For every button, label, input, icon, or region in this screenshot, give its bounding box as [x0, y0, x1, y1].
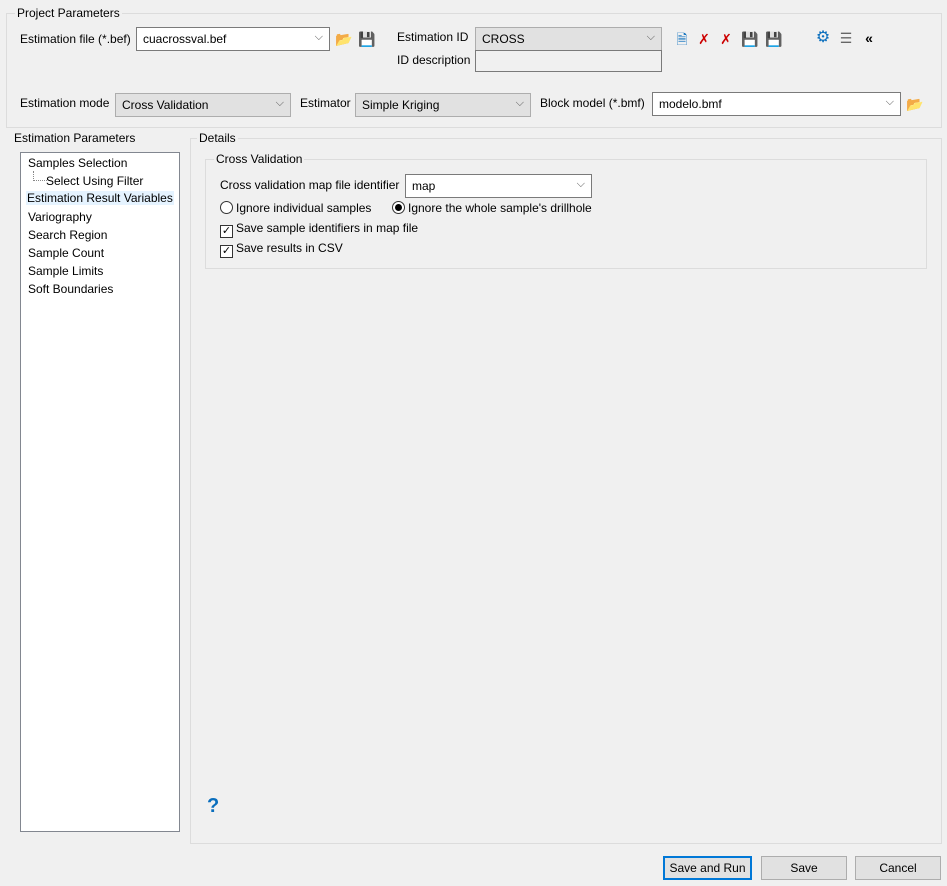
estimation-mode-label: Estimation mode: [20, 96, 110, 110]
save-button[interactable]: Save: [761, 856, 847, 880]
map-id-value: map: [412, 179, 436, 193]
project-parameters-title: Project Parameters: [15, 6, 122, 20]
open-folder-icon[interactable]: 📂: [335, 31, 352, 47]
checkbox-label: Save results in CSV: [236, 241, 343, 255]
radio-ignore-drillhole[interactable]: Ignore the whole sample's drillhole: [392, 201, 592, 215]
save-as-icon[interactable]: 💾: [741, 31, 758, 47]
tree-item-sample-count[interactable]: Sample Count: [27, 246, 105, 260]
save-and-run-button[interactable]: Save and Run: [663, 856, 752, 880]
estimation-parameters-title: Estimation Parameters: [14, 131, 136, 145]
tree-item-search-region[interactable]: Search Region: [27, 228, 108, 242]
gear-icon[interactable]: ⚙: [815, 30, 831, 46]
delete-estimation-icon[interactable]: ✗: [696, 31, 712, 47]
open-folder-icon[interactable]: 📂: [906, 96, 923, 112]
parameters-tree: Samples Selection Select Using Filter Es…: [20, 152, 180, 832]
estimation-id-label: Estimation ID: [397, 30, 469, 44]
estimation-file-label: Estimation file (*.bef): [20, 32, 131, 46]
radio-label: Ignore the whole sample's drillhole: [408, 201, 592, 215]
cross-validation-title: Cross Validation: [214, 152, 305, 166]
tree-item-sample-limits[interactable]: Sample Limits: [27, 264, 104, 278]
collapse-icon[interactable]: «: [861, 30, 877, 46]
block-model-combo[interactable]: modelo.bmf ⌵: [652, 92, 901, 116]
chevron-down-icon: ⌵: [885, 96, 894, 108]
estimation-id-value: CROSS: [482, 32, 525, 46]
map-id-label: Cross validation map file identifier: [220, 178, 400, 192]
id-description-input[interactable]: [475, 50, 662, 72]
checkbox-save-csv[interactable]: ✓ Save results in CSV: [220, 241, 343, 258]
tree-list-icon[interactable]: ☰: [838, 30, 854, 46]
tree-item-soft-boundaries[interactable]: Soft Boundaries: [27, 282, 114, 296]
checkmark-icon: ✓: [220, 245, 233, 258]
map-id-combo[interactable]: map ⌵: [405, 174, 592, 198]
new-estimation-icon[interactable]: 🗎: [674, 31, 690, 47]
chevron-down-icon: ⌵: [646, 31, 655, 43]
chevron-down-icon: ⌵: [515, 97, 524, 109]
estimator-label: Estimator: [300, 96, 351, 110]
delete-all-icon[interactable]: ✗: [718, 31, 734, 47]
tree-item-samples-selection[interactable]: Samples Selection: [27, 156, 128, 170]
radio-icon: [392, 201, 405, 214]
estimation-file-combo[interactable]: cuacrossval.bef ⌵: [136, 27, 330, 51]
checkmark-icon: ✓: [220, 225, 233, 238]
estimation-mode-value: Cross Validation: [122, 98, 209, 112]
help-icon[interactable]: ?: [207, 795, 219, 818]
checkbox-save-identifiers[interactable]: ✓ Save sample identifiers in map file: [220, 221, 418, 238]
checkbox-label: Save sample identifiers in map file: [236, 221, 419, 235]
estimator-value: Simple Kriging: [362, 98, 440, 112]
id-description-label: ID description: [397, 53, 471, 67]
radio-icon: [220, 201, 233, 214]
estimation-mode-combo[interactable]: Cross Validation ⌵: [115, 93, 291, 117]
tree-item-estimation-result-variables[interactable]: Estimation Result Variables: [26, 191, 174, 205]
tree-item-select-using-filter[interactable]: Select Using Filter: [45, 174, 144, 188]
block-model-value: modelo.bmf: [659, 97, 722, 111]
chevron-down-icon: ⌵: [576, 178, 585, 190]
save-estimation-icon[interactable]: 💾: [765, 31, 782, 47]
radio-label: Ignore individual samples: [236, 201, 372, 215]
chevron-down-icon: ⌵: [275, 97, 284, 109]
estimation-file-value: cuacrossval.bef: [143, 32, 227, 46]
block-model-label: Block model (*.bmf): [540, 96, 645, 110]
estimator-combo[interactable]: Simple Kriging ⌵: [355, 93, 531, 117]
radio-ignore-individual[interactable]: Ignore individual samples: [220, 201, 371, 215]
estimation-id-combo[interactable]: CROSS ⌵: [475, 27, 662, 51]
details-title: Details: [197, 131, 238, 145]
tree-item-variography[interactable]: Variography: [27, 210, 93, 224]
chevron-down-icon: ⌵: [314, 31, 323, 43]
cancel-button[interactable]: Cancel: [855, 856, 941, 880]
save-icon[interactable]: 💾: [358, 31, 375, 47]
